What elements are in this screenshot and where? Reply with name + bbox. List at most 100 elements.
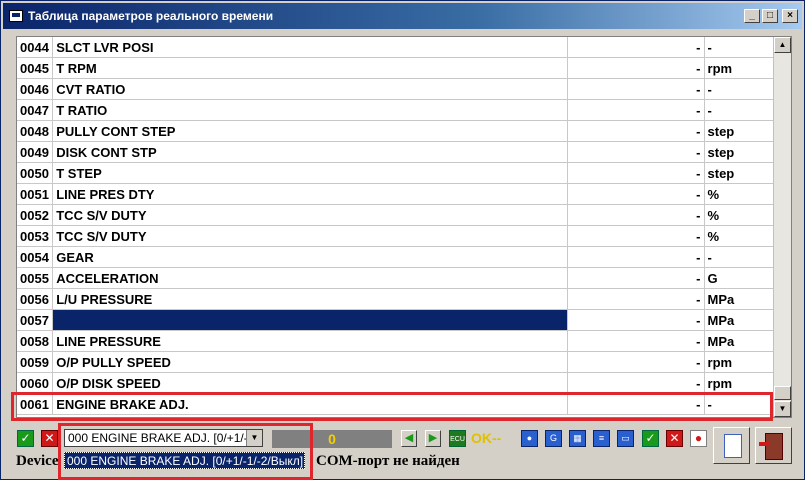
table-row[interactable]: 0060 O/P DISK SPEED - rpm [17,372,775,394]
list-icon[interactable]: ≡ [593,430,610,447]
row-id: 0057 [17,309,54,331]
parameter-window: Таблица параметров реального времени _ □… [0,0,805,480]
exit-button[interactable] [755,427,792,464]
row-unit: - [704,246,775,268]
row-name: SLCT LVR POSI [52,37,568,58]
row-id: 0052 [17,204,54,226]
row-unit: % [704,225,775,247]
row-value: - [567,288,705,310]
row-name: ACCELERATION [52,267,568,289]
table-row[interactable]: 0045 T RPM - rpm [17,57,775,79]
table-row[interactable]: 0059 O/P PULLY SPEED - rpm [17,351,775,373]
row-unit: - [704,78,775,100]
table-row[interactable]: 0046 CVT RATIO - - [17,78,775,100]
row-unit: % [704,183,775,205]
row-value: - [567,37,705,58]
row-value: - [567,57,705,79]
row-id: 0060 [17,372,54,394]
table-row[interactable]: 0044 SLCT LVR POSI - - [17,37,775,58]
row-value: - [567,78,705,100]
table-row[interactable]: 0049 DISK CONT STP - step [17,141,775,163]
document-button[interactable] [713,427,750,464]
next-arrow-icon[interactable]: ▶ [425,430,441,447]
prev-arrow-icon[interactable]: ◀ [401,430,417,447]
row-name: TCC S/V DUTY [52,204,568,226]
table-row[interactable]: 0053 TCC S/V DUTY -% [17,225,775,247]
row-unit: rpm [704,351,775,373]
row-id: 0059 [17,351,54,373]
exit-arrow-icon [759,442,769,446]
table-row[interactable]: 0056 L/U PRESSURE - MPa [17,288,775,310]
row-unit: - [704,99,775,121]
table-row[interactable]: 0058 LINE PRESSURE - MPa [17,330,775,352]
cancel-icon[interactable]: ✕ [41,430,58,447]
remove-icon[interactable]: ✕ [666,430,683,447]
status-device-label: Device [16,453,59,469]
row-id: 0049 [17,141,54,163]
window-icon[interactable]: ▭ [617,430,634,447]
row-unit: G [704,267,775,289]
table-row[interactable]: 0055 ACCELERATION - G [17,267,775,289]
row-name: LINE PRESSURE [52,330,568,352]
window-title: Таблица параметров реального времени [28,9,274,23]
row-unit: step [704,120,775,142]
row-value: - [567,372,705,394]
apply-check-icon[interactable]: ✓ [642,430,659,447]
row-value: - [567,204,705,226]
row-name: PULLY CONT STEP [52,120,568,142]
highlight-box-select [58,423,313,480]
row-name: T RATIO [52,99,568,121]
close-button[interactable]: × [782,9,798,23]
record-icon[interactable]: ● [521,430,538,447]
maximize-button[interactable]: □ [762,9,778,23]
row-id: 0048 [17,120,54,142]
row-unit: rpm [704,57,775,79]
row-unit: - [704,37,775,58]
vertical-scrollbar[interactable]: ▲ ▼ [773,37,791,417]
table-row[interactable]: 0050 T STEP - step [17,162,775,184]
row-id: 0050 [17,162,54,184]
scroll-down-button[interactable]: ▼ [774,401,791,417]
row-name: CVT RATIO [52,78,568,100]
table-row[interactable]: 0047 T RATIO - - [17,99,775,121]
row-value: - [567,99,705,121]
table-row[interactable]: 0057 TARGT LINE PRESS - MPa [17,309,775,331]
row-unit: MPa [704,330,775,352]
row-value: - [567,141,705,163]
row-id: 0051 [17,183,54,205]
row-name: T RPM [52,57,568,79]
row-unit: step [704,162,775,184]
row-value: - [567,309,705,331]
scroll-thumb[interactable] [774,386,791,400]
table-row[interactable]: 0048 PULLY CONT STEP - step [17,120,775,142]
exit-door-icon [765,433,783,460]
stop-icon[interactable]: ● [690,430,707,447]
status-message: COM-порт не найден [316,453,460,469]
row-value: - [567,330,705,352]
graph-g-button[interactable]: G [545,430,562,447]
ok-status-indicator: OK-- [471,430,513,447]
row-value: - [567,120,705,142]
highlight-box-row [11,392,773,421]
row-id: 0054 [17,246,54,268]
row-value: - [567,225,705,247]
row-unit: step [704,141,775,163]
minimize-button[interactable]: _ [744,9,760,23]
table-row[interactable]: 0054 GEAR - - [17,246,775,268]
row-value: - [567,246,705,268]
table-row[interactable]: 0052 TCC S/V DUTY -% [17,204,775,226]
row-id: 0047 [17,99,54,121]
parameter-table: 0044 SLCT LVR POSI - -0045 T RPM - rpm 0046 CVT … [17,37,775,415]
ecu-icon[interactable]: ECU [449,430,466,447]
row-unit: % [704,204,775,226]
table-row[interactable]: 0051 LINE PRES DTY -% [17,183,775,205]
row-id: 0055 [17,267,54,289]
parameter-grid[interactable]: 0044 SLCT LVR POSI - -0045 T RPM - rpm 0046 CVT … [16,36,792,418]
grid-icon[interactable]: ▦ [569,430,586,447]
scroll-up-button[interactable]: ▲ [774,37,791,53]
row-name: O/P DISK SPEED [52,372,568,394]
document-icon [724,434,742,458]
title-bar[interactable]: Таблица параметров реального времени _ □… [3,3,802,29]
row-name: GEAR [52,246,568,268]
check-icon[interactable]: ✓ [17,430,34,447]
